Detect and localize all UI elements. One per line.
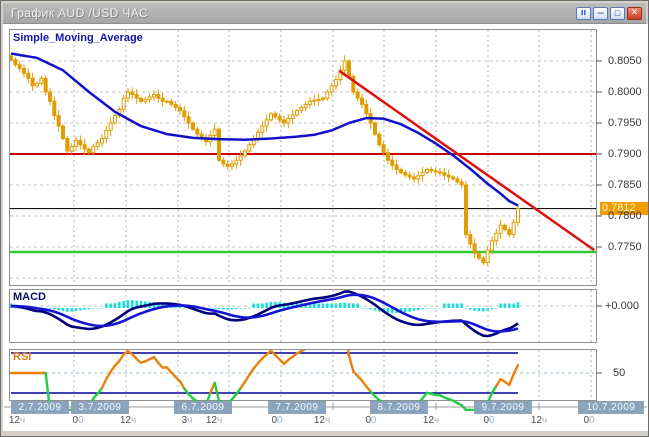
chart-canvas[interactable] [1,1,649,437]
chart-window: График AUD /USD ЧАС II — □ ✕ Simple_Movi… [0,0,649,437]
